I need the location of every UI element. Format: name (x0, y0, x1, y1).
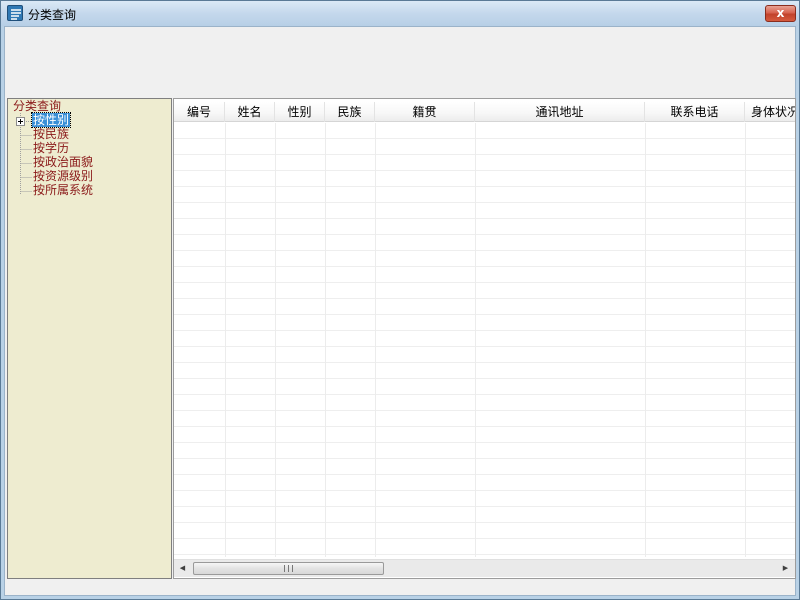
table-row (174, 283, 795, 299)
table-row (174, 267, 795, 283)
column-divider (225, 123, 226, 557)
table-row (174, 475, 795, 491)
scroll-left-arrow-icon[interactable]: ◀ (174, 560, 191, 577)
table-row (174, 459, 795, 475)
app-icon (7, 5, 23, 21)
window-title: 分类查询 (28, 8, 77, 22)
column-header-id[interactable]: 编号 (174, 102, 225, 122)
classification-query-window: 分类查询 x 分类查询 按性别 按民族 按学历 按政治面貌 按资源级别 按所属系… (0, 0, 800, 600)
column-header-ethnicity[interactable]: 民族 (325, 102, 375, 122)
table-row (174, 411, 795, 427)
tree-item-education[interactable]: 按学历 (32, 141, 70, 155)
table-row (174, 491, 795, 507)
column-divider (325, 123, 326, 557)
column-divider (275, 123, 276, 557)
column-divider (475, 123, 476, 557)
table-row (174, 299, 795, 315)
column-header-native-place[interactable]: 籍贯 (375, 102, 475, 122)
horizontal-scrollbar[interactable]: ◀ ▶ (174, 559, 795, 577)
column-header-name[interactable]: 姓名 (225, 102, 275, 122)
grid-header: 编号 姓名 性别 民族 籍贯 通讯地址 联系电话 身体状况 (174, 102, 795, 122)
table-row (174, 379, 795, 395)
grip-icon (284, 565, 293, 572)
category-tree[interactable]: 分类查询 按性别 按民族 按学历 按政治面貌 按资源级别 按所属系统 (7, 98, 172, 579)
tree-item-political-status[interactable]: 按政治面貌 (32, 155, 94, 169)
table-row (174, 251, 795, 267)
table-row (174, 523, 795, 539)
tree-root-label[interactable]: 分类查询 (13, 99, 61, 113)
table-row (174, 155, 795, 171)
table-row (174, 363, 795, 379)
table-row (174, 507, 795, 523)
title-bar[interactable]: 分类查询 x (1, 1, 799, 26)
column-header-health[interactable]: 身体状况 (745, 102, 795, 122)
table-row (174, 187, 795, 203)
column-divider (375, 123, 376, 557)
close-icon: x (776, 6, 785, 20)
table-row (174, 123, 795, 139)
table-row (174, 539, 795, 555)
table-row (174, 203, 795, 219)
table-row (174, 427, 795, 443)
tree-item-ethnicity[interactable]: 按民族 (32, 127, 70, 141)
tree-item-resource-level[interactable]: 按资源级别 (32, 169, 94, 183)
close-button[interactable]: x (765, 5, 796, 22)
column-header-phone[interactable]: 联系电话 (645, 102, 745, 122)
client-area: 分类查询 按性别 按民族 按学历 按政治面貌 按资源级别 按所属系统 编号 姓名… (4, 26, 796, 596)
expand-icon[interactable] (16, 117, 25, 126)
scroll-right-arrow-icon[interactable]: ▶ (777, 560, 794, 577)
column-divider (745, 123, 746, 557)
table-row (174, 315, 795, 331)
tree-item-system[interactable]: 按所属系统 (32, 183, 94, 197)
column-header-gender[interactable]: 性别 (275, 102, 325, 122)
table-row (174, 331, 795, 347)
column-header-address[interactable]: 通讯地址 (475, 102, 645, 122)
table-row (174, 395, 795, 411)
grid-body (174, 123, 795, 557)
scrollbar-thumb[interactable] (193, 562, 384, 575)
tree-item-gender[interactable]: 按性别 (30, 112, 72, 128)
table-row (174, 219, 795, 235)
table-row (174, 139, 795, 155)
column-divider (645, 123, 646, 557)
results-grid[interactable]: 编号 姓名 性别 民族 籍贯 通讯地址 联系电话 身体状况 ◀ ▶ (173, 98, 796, 579)
table-row (174, 171, 795, 187)
table-row (174, 347, 795, 363)
table-row (174, 443, 795, 459)
table-row (174, 235, 795, 251)
